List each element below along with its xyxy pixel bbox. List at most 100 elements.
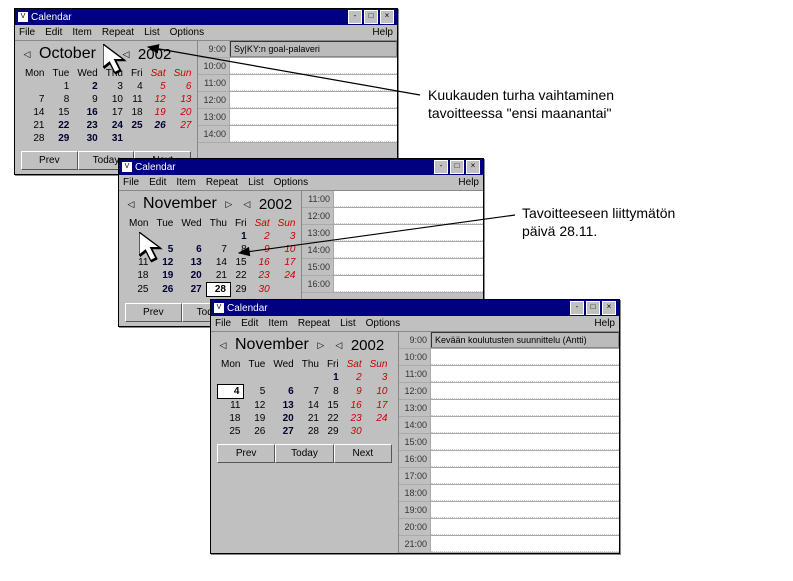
calendar-day[interactable]: 10 bbox=[274, 243, 300, 256]
calendar-day[interactable]: 6 bbox=[170, 80, 196, 93]
calendar-day[interactable]: 26 bbox=[147, 119, 170, 132]
menu-file[interactable]: File bbox=[123, 177, 139, 188]
calendar-day[interactable]: 31 bbox=[102, 132, 127, 145]
calendar-day[interactable]: 13 bbox=[269, 399, 297, 412]
calendar-day[interactable]: 14 bbox=[21, 106, 48, 119]
schedule-row[interactable]: 14:00 bbox=[302, 242, 483, 259]
calendar-day[interactable]: 4 bbox=[217, 384, 244, 399]
calendar-day[interactable]: 7 bbox=[298, 384, 323, 399]
calendar-day[interactable]: 12 bbox=[244, 399, 269, 412]
calendar-day[interactable]: 26 bbox=[244, 425, 269, 438]
schedule-row[interactable]: 16:00 bbox=[399, 451, 619, 468]
time-slot[interactable]: Sy|KY:n goal-palaveri bbox=[230, 41, 397, 57]
time-slot[interactable] bbox=[334, 259, 483, 275]
titlebar[interactable]: V Calendar - □ × bbox=[211, 300, 619, 316]
maximize-icon[interactable]: □ bbox=[586, 301, 600, 315]
calendar-day[interactable] bbox=[152, 230, 177, 243]
calendar-day[interactable] bbox=[127, 132, 147, 145]
calendar-day[interactable]: 10 bbox=[366, 384, 392, 399]
close-icon[interactable]: × bbox=[466, 160, 480, 174]
calendar-day[interactable]: 30 bbox=[251, 282, 274, 297]
titlebar[interactable]: V Calendar - □ × bbox=[15, 9, 397, 25]
calendar-day[interactable] bbox=[21, 80, 48, 93]
menu-repeat[interactable]: Repeat bbox=[206, 177, 238, 188]
calendar-day[interactable]: 9 bbox=[343, 384, 366, 399]
calendar-day[interactable]: 15 bbox=[48, 106, 73, 119]
menu-help[interactable]: Help bbox=[372, 27, 393, 38]
calendar-day[interactable]: 25 bbox=[125, 282, 152, 297]
menu-file[interactable]: File bbox=[215, 318, 231, 329]
calendar-day[interactable]: 28 bbox=[21, 132, 48, 145]
calendar-day[interactable] bbox=[206, 230, 231, 243]
schedule-row[interactable]: 20:00 bbox=[399, 519, 619, 536]
schedule-row[interactable]: 9:00 Kevään koulutusten suunnittelu (Ant… bbox=[399, 332, 619, 349]
calendar-day[interactable]: 3 bbox=[102, 80, 127, 93]
calendar-day[interactable] bbox=[177, 230, 205, 243]
menu-file[interactable]: File bbox=[19, 27, 35, 38]
close-icon[interactable]: × bbox=[380, 10, 394, 24]
calendar-day[interactable]: 21 bbox=[206, 269, 231, 282]
calendar-day[interactable]: 23 bbox=[73, 119, 101, 132]
prev-month-icon[interactable]: ◁ bbox=[21, 48, 33, 60]
schedule-row[interactable]: 11:00 bbox=[198, 75, 397, 92]
time-slot[interactable] bbox=[334, 191, 483, 207]
menu-item[interactable]: Item bbox=[268, 318, 287, 329]
calendar-day[interactable]: 2 bbox=[251, 230, 274, 243]
calendar-day[interactable]: 19 bbox=[152, 269, 177, 282]
calendar-day[interactable]: 7 bbox=[206, 243, 231, 256]
calendar-day[interactable]: 20 bbox=[177, 269, 205, 282]
time-slot[interactable] bbox=[431, 502, 619, 518]
calendar-day[interactable]: 27 bbox=[170, 119, 196, 132]
calendar-grid[interactable]: MonTueWedThuFriSatSun1234567891011121314… bbox=[217, 358, 391, 438]
time-slot[interactable] bbox=[431, 536, 619, 552]
schedule-row[interactable]: 14:00 bbox=[399, 417, 619, 434]
calendar-day[interactable]: 11 bbox=[217, 399, 244, 412]
calendar-day[interactable]: 22 bbox=[231, 269, 251, 282]
calendar-day[interactable]: 16 bbox=[251, 256, 274, 269]
calendar-day[interactable]: 18 bbox=[127, 106, 147, 119]
prev-year-icon[interactable]: ◁ bbox=[333, 339, 345, 351]
schedule-row[interactable]: 14:00 bbox=[198, 126, 397, 143]
prev-button[interactable]: Prev bbox=[21, 151, 78, 170]
calendar-day[interactable]: 9 bbox=[251, 243, 274, 256]
schedule-row[interactable]: 11:00 bbox=[302, 191, 483, 208]
calendar-day[interactable]: 5 bbox=[152, 243, 177, 256]
next-month-icon[interactable]: ▷ bbox=[102, 48, 114, 60]
calendar-day[interactable]: 4 bbox=[125, 243, 152, 256]
calendar-day[interactable] bbox=[147, 132, 170, 145]
time-slot[interactable] bbox=[334, 208, 483, 224]
calendar-day[interactable]: 20 bbox=[269, 412, 297, 425]
calendar-day[interactable]: 30 bbox=[343, 425, 366, 438]
menu-edit[interactable]: Edit bbox=[45, 27, 62, 38]
time-slot[interactable] bbox=[431, 468, 619, 484]
time-slot[interactable] bbox=[431, 349, 619, 365]
calendar-day[interactable]: 21 bbox=[21, 119, 48, 132]
calendar-day[interactable]: 24 bbox=[102, 119, 127, 132]
schedule-row[interactable]: 17:00 bbox=[399, 468, 619, 485]
schedule-row[interactable]: 12:00 bbox=[198, 92, 397, 109]
calendar-day[interactable]: 1 bbox=[323, 371, 343, 384]
schedule-row[interactable]: 15:00 bbox=[399, 434, 619, 451]
time-slot[interactable] bbox=[334, 276, 483, 292]
schedule-row[interactable]: 16:00 bbox=[302, 276, 483, 293]
calendar-day[interactable] bbox=[274, 282, 300, 297]
calendar-day[interactable]: 27 bbox=[177, 282, 205, 297]
calendar-day[interactable]: 19 bbox=[244, 412, 269, 425]
time-slot[interactable] bbox=[230, 126, 397, 142]
calendar-day[interactable]: 10 bbox=[102, 93, 127, 106]
menu-edit[interactable]: Edit bbox=[149, 177, 166, 188]
calendar-day[interactable] bbox=[366, 425, 392, 438]
menu-list[interactable]: List bbox=[340, 318, 356, 329]
time-slot[interactable] bbox=[230, 58, 397, 74]
calendar-day[interactable]: 15 bbox=[323, 399, 343, 412]
calendar-day[interactable]: 24 bbox=[366, 412, 392, 425]
maximize-icon[interactable]: □ bbox=[364, 10, 378, 24]
calendar-day[interactable] bbox=[269, 371, 297, 384]
schedule-row[interactable]: 13:00 bbox=[399, 400, 619, 417]
calendar-day[interactable]: 25 bbox=[217, 425, 244, 438]
schedule-row[interactable]: 10:00 bbox=[399, 349, 619, 366]
calendar-grid[interactable]: MonTueWedThuFriSatSun1234567891011121314… bbox=[21, 67, 195, 145]
calendar-day[interactable]: 26 bbox=[152, 282, 177, 297]
calendar-day[interactable]: 19 bbox=[147, 106, 170, 119]
menu-options[interactable]: Options bbox=[170, 27, 204, 38]
